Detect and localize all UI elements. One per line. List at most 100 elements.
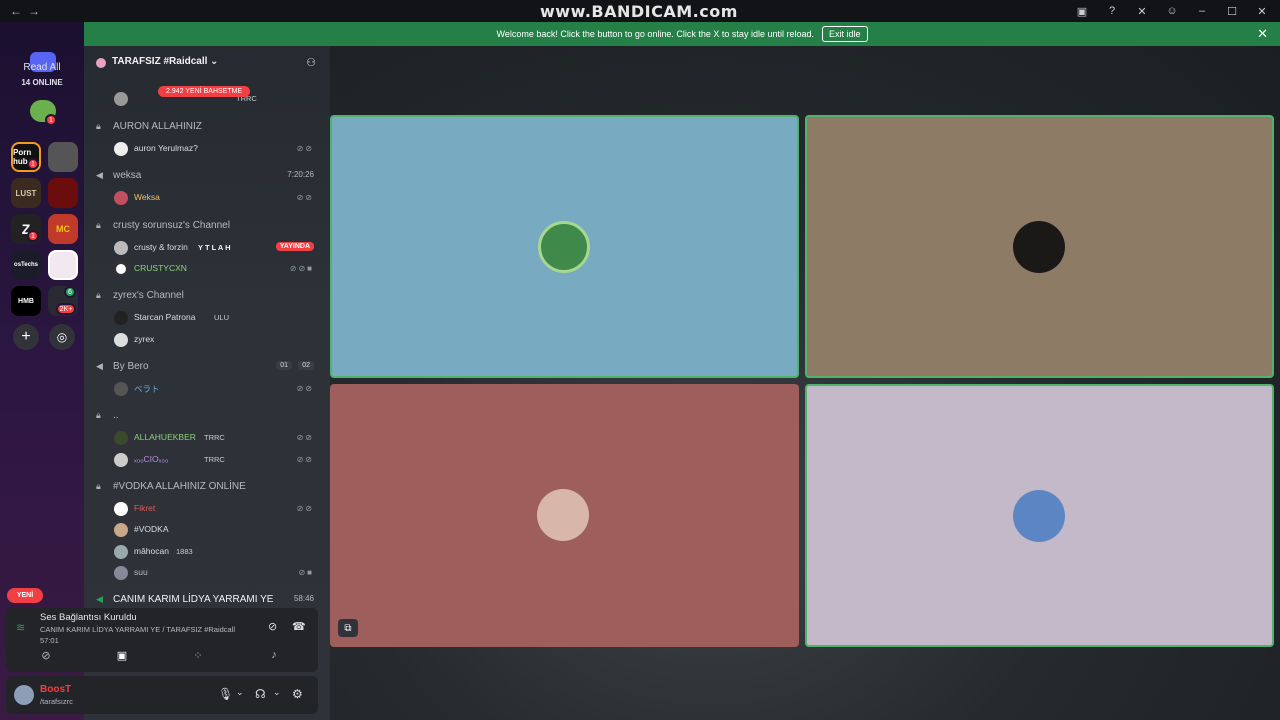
screen-share-icon[interactable]: ▣ [92,649,152,665]
server-lust[interactable]: LUST [11,178,41,208]
muted-deafened-icon: ⊘⊘ [296,193,314,202]
server-mc[interactable]: MC [48,214,78,244]
channel-by-bero[interactable]: ◀︎ By Bero 01 02 [84,358,330,376]
disconnect-icon[interactable]: ☎ [292,620,306,633]
lock-icon: 🔒︎ [96,220,101,230]
voice-user[interactable]: auron Yerulmaz? ⊘⊘ [84,140,330,158]
idle-banner: Welcome back! Click the button to go onl… [84,22,1280,46]
channel-weksa[interactable]: ◀︎ weksa 7:20:26 [84,167,330,185]
voice-user[interactable]: #VODKA [84,521,330,539]
new-mentions-pill[interactable]: YENİ [7,588,43,603]
minimize-icon[interactable]: – [1194,3,1210,19]
chevron-down-icon[interactable]: ⌄ [273,687,281,698]
server-anime[interactable] [48,250,78,280]
popout-icon[interactable]: ⧉ [338,619,358,637]
channel-zyrex[interactable]: 🔒︎ zyrex's Channel [84,287,330,305]
user-name: CRUSTYCXN [134,263,187,273]
video-off-icon[interactable]: ⊘ [16,649,76,665]
channel-label: By Bero [113,361,149,372]
server-red[interactable] [48,178,78,208]
channel-auron[interactable]: 🔒︎ AURON ALLAHINIZ [84,118,330,136]
voice-user[interactable]: zyrex [84,331,330,349]
channel-timer: 7:20:26 [287,170,314,179]
channel-dots[interactable]: 🔒︎ .. [84,407,330,425]
mention-pill[interactable]: 2.942 YENİ BAHSETME [158,86,251,97]
user-panel: BoosT /tarafsızrc 🎙︎ ⌄ ☊ ⌄ ⚙︎ [6,676,318,714]
guild-header[interactable]: TARAFSIZ #Raidcall ⌄ ⚇ [84,52,330,74]
maximize-icon[interactable]: ☐ [1224,3,1240,19]
user-status: /tarafsızrc [40,697,73,706]
tools-icon[interactable]: ✕ [1134,3,1150,19]
discover-button[interactable]: ◎ [49,324,75,350]
user-icon[interactable]: ☺ [1164,3,1180,19]
invite-icon[interactable]: ⚇ [306,56,316,69]
avatar [114,142,128,156]
forward-arrow-icon[interactable]: → [28,4,40,18]
soundboard-icon[interactable]: ♪ [244,649,304,665]
participant-tile-2[interactable] [805,115,1274,378]
voice-user[interactable]: Weksa ⊘⊘ [84,189,330,207]
channel-label: zyrex's Channel [113,290,184,301]
activities-icon[interactable]: ⁘ [168,649,228,665]
voice-user[interactable]: CRUSTYCXN ⊘⊘■ [84,260,330,278]
muted-deafened-icon: ⊘⊘ [296,144,314,153]
lock-icon: 🔒︎ [96,410,101,420]
lock-icon: 🔒︎ [96,121,101,131]
user-name: ₓ₀ₒCIOₓ₀ₒ [134,454,169,464]
server-photo-1[interactable] [48,142,78,172]
voice-timer: 57:01 [40,636,59,645]
server-hmb[interactable]: HMB [11,286,41,316]
user-display-name[interactable]: BoosT [40,684,71,695]
voice-user[interactable]: ALLAHUEKBER TRRC ⊘⊘ [84,429,330,447]
channel-label: AURON ALLAHINIZ [113,121,202,132]
close-icon[interactable]: ✕ [1254,3,1270,19]
chevron-down-icon[interactable]: ⌄ [236,687,244,698]
microphone-icon[interactable]: 🎙︎ [218,687,233,701]
server-lust-label: LUST [15,188,37,198]
channel-vodka[interactable]: 🔒︎ #VODKA ALLAHINIZ ONLİNE [84,478,330,496]
settings-gear-icon[interactable]: ⚙︎ [292,687,303,701]
add-server-button[interactable]: + [13,324,39,350]
voice-status[interactable]: Ses Bağlantısı Kuruldu [40,612,137,623]
back-arrow-icon[interactable]: ← [10,4,22,18]
banner-close-icon[interactable]: ✕ [1257,26,1268,42]
voice-user[interactable]: ベラト ⊘⊘ [84,380,330,398]
noise-suppression-icon[interactable]: ⊘ [268,620,277,633]
user-name: crusty & forzin [134,242,188,252]
user-name: auron Yerulmaz? [134,143,198,153]
voice-user[interactable]: crusty & forzin Y T L A H YAYINDA [84,239,330,257]
channel-canim-karim[interactable]: ◀︎ CANIM KARIM LİDYA YARRAMI YE 58:46 [84,591,330,609]
voice-user[interactable]: suu ⊘■ [84,564,330,582]
avatar[interactable] [14,685,34,705]
voice-user[interactable]: Fikret ⊘⊘ [84,500,330,518]
avatar [114,262,128,276]
recording-watermark: www.BANDICAM.com [540,2,738,21]
participant-avatar [1013,490,1065,542]
signal-icon: ≋ [16,622,26,634]
user-name: #VODKA [134,524,169,534]
user-name: Fikret [134,503,156,513]
channel-label: #VODKA ALLAHINIZ ONLİNE [113,481,246,492]
voice-user[interactable]: mâhocan 1883 [84,543,330,561]
participant-tile-4[interactable] [805,384,1274,647]
guild-icon [96,58,106,68]
muted-deafened-icon: ⊘⊘ [296,384,314,393]
inbox-icon[interactable]: ▣ [1074,3,1090,19]
lock-icon: 🔒︎ [96,290,101,300]
headphones-icon[interactable]: ☊ [255,687,266,701]
voice-channel-path[interactable]: CANIM KARIM LİDYA YARRAMI YE / TARAFSIZ … [40,625,235,634]
voice-user[interactable]: Starcan Patrona ULU [84,309,330,327]
window-titlebar: ← → www.BANDICAM.com ▣ ? ✕ ☺ – ☐ ✕ [0,0,1280,22]
participant-tile-1[interactable] [330,115,799,378]
voice-actions-row: ⊘ ▣ ⁘ ♪ [6,646,318,668]
user-name: Weksa [134,192,160,202]
voice-user[interactable]: ₓ₀ₒCIOₓ₀ₒ TRRC ⊘⊘ [84,451,330,469]
read-all-link[interactable]: Read All [0,62,84,73]
avatar [114,502,128,516]
help-icon[interactable]: ? [1104,3,1120,19]
avatar [114,311,128,325]
server-ostechs[interactable]: osTechs [11,250,41,280]
participant-tile-3[interactable] [330,384,799,647]
channel-crusty[interactable]: 🔒︎ crusty sorunsuz's Channel [84,217,330,235]
exit-idle-button[interactable]: Exit idle [821,26,868,42]
